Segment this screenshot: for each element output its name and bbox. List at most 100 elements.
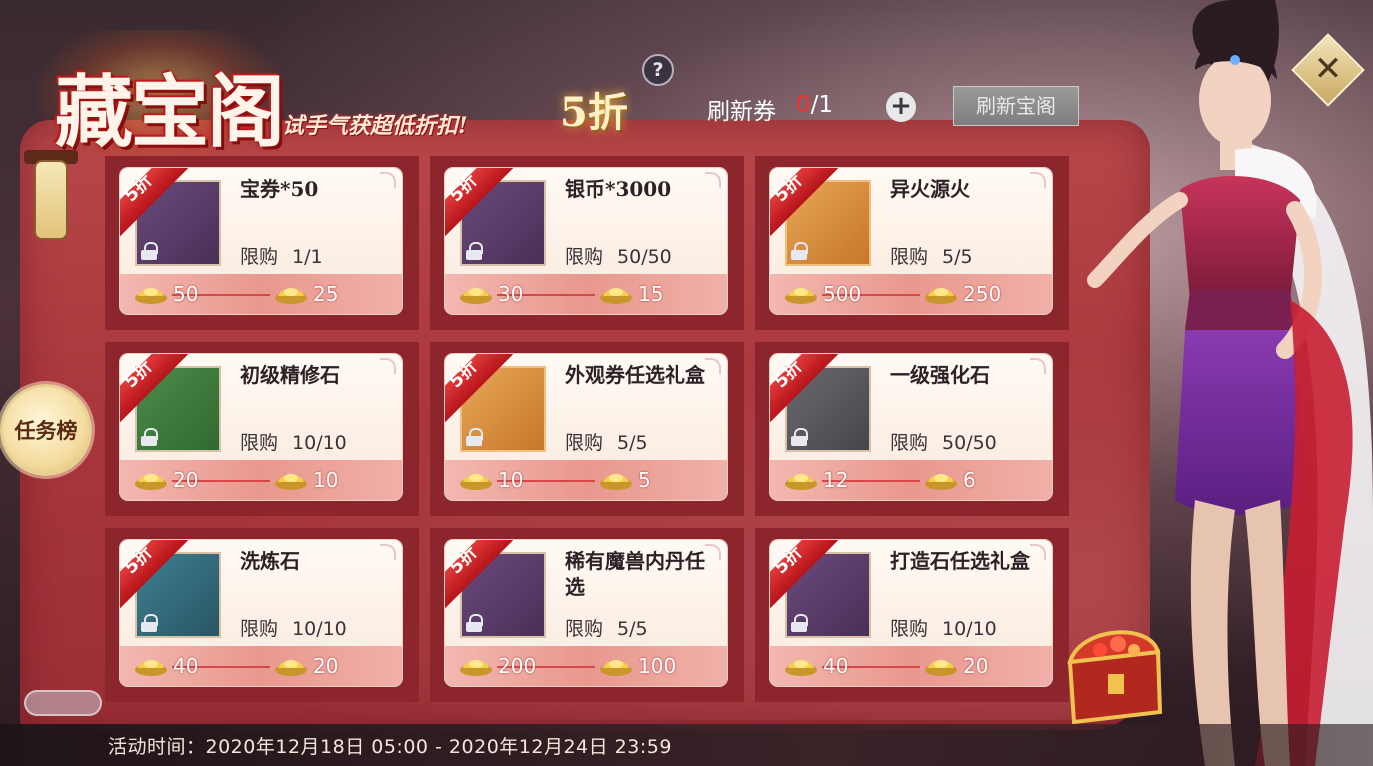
price-bar[interactable]: 10 5 xyxy=(445,460,727,500)
discount-banner: 5折 xyxy=(560,89,628,136)
price-bar[interactable]: 12 6 xyxy=(770,460,1052,500)
gold-ingot-icon xyxy=(784,470,818,490)
purchase-limit: 限购 10/10 xyxy=(890,614,997,641)
item-card[interactable]: 5折 洗炼石 限购 10/10 40 20 xyxy=(120,540,402,686)
lantern-icon xyxy=(34,160,68,240)
sale-price: 10 xyxy=(313,468,339,492)
item-name: 打造石任选礼盒 xyxy=(890,549,1030,573)
sale-price: 6 xyxy=(963,468,976,492)
sale-price: 5 xyxy=(638,468,651,492)
title-area: 藏宝阁 试手气获超低折扣! xyxy=(0,20,560,170)
lock-icon xyxy=(466,614,483,632)
shop-slot: 5折 稀有魔兽内丹任选 限购 5/5 200 100 xyxy=(430,528,744,702)
item-card[interactable]: 5折 外观券任选礼盒 限购 5/5 10 5 xyxy=(445,354,727,500)
shop-slot: 5折 银币*3000 限购 50/50 30 15 xyxy=(430,156,744,330)
limit-value: 10/10 xyxy=(942,618,997,640)
gold-ingot-icon xyxy=(274,470,308,490)
help-button[interactable]: ? xyxy=(642,54,674,86)
scroll-handle[interactable] xyxy=(24,690,102,716)
lock-icon xyxy=(791,614,808,632)
limit-value: 10/10 xyxy=(292,618,347,640)
gold-ingot-icon xyxy=(134,656,168,676)
lock-icon xyxy=(791,242,808,260)
original-price: 30 xyxy=(498,282,524,306)
treasure-chest-icon[interactable] xyxy=(1060,622,1168,726)
price-bar[interactable]: 20 10 xyxy=(120,460,402,500)
item-name: 一级强化石 xyxy=(890,363,990,387)
item-name: 洗炼石 xyxy=(240,549,300,573)
shop-slot: 5折 初级精修石 限购 10/10 20 10 xyxy=(105,342,419,516)
gold-ingot-icon xyxy=(784,656,818,676)
item-name: 宝券*50 xyxy=(240,177,319,201)
purchase-limit: 限购 10/10 xyxy=(240,614,347,641)
purchase-limit: 限购 5/5 xyxy=(565,614,648,641)
item-name: 银币*3000 xyxy=(565,177,672,201)
refresh-current: 0 xyxy=(796,92,811,118)
original-price: 200 xyxy=(498,654,537,678)
add-ticket-button[interactable]: + xyxy=(886,92,916,122)
original-price: 10 xyxy=(498,468,524,492)
item-card[interactable]: 5折 一级强化石 限购 50/50 12 6 xyxy=(770,354,1052,500)
price-bar[interactable]: 200 100 xyxy=(445,646,727,686)
item-card[interactable]: 5折 宝券*50 限购 1/1 50 25 xyxy=(120,168,402,314)
item-card[interactable]: 5折 初级精修石 限购 10/10 20 10 xyxy=(120,354,402,500)
purchase-limit: 限购 10/10 xyxy=(240,428,347,455)
purchase-limit: 限购 50/50 xyxy=(890,428,997,455)
limit-value: 5/5 xyxy=(617,432,648,454)
page-title: 藏宝阁 xyxy=(55,67,285,158)
original-price: 12 xyxy=(823,468,849,492)
gold-ingot-icon xyxy=(134,470,168,490)
shop-slot: 5折 一级强化石 限购 50/50 12 6 xyxy=(755,342,1069,516)
sale-price: 20 xyxy=(313,654,339,678)
refresh-ticket-count: 0/1 xyxy=(796,92,833,118)
price-bar[interactable]: 40 20 xyxy=(770,646,1052,686)
original-price: 40 xyxy=(823,654,849,678)
item-card[interactable]: 5折 稀有魔兽内丹任选 限购 5/5 200 100 xyxy=(445,540,727,686)
purchase-limit: 限购 5/5 xyxy=(890,242,973,269)
event-time-text: 活动时间：2020年12月18日 05:00 - 2020年12月24日 23:… xyxy=(108,736,672,758)
purchase-limit: 限购 50/50 xyxy=(565,242,672,269)
original-price: 50 xyxy=(173,282,199,306)
limit-value: 5/5 xyxy=(617,618,648,640)
price-bar[interactable]: 30 15 xyxy=(445,274,727,314)
refresh-total: /1 xyxy=(810,92,834,118)
limit-label: 限购 xyxy=(565,246,604,268)
refresh-shop-button[interactable]: 刷新宝阁 xyxy=(953,86,1079,126)
price-bar[interactable]: 50 25 xyxy=(120,274,402,314)
shop-slot: 5折 洗炼石 限购 10/10 40 20 xyxy=(105,528,419,702)
item-grid: 5折 宝券*50 限购 1/1 50 25 5折 银币*3000 限购 50/50 xyxy=(105,156,1069,702)
item-card[interactable]: 5折 打造石任选礼盒 限购 10/10 40 20 xyxy=(770,540,1052,686)
page-subtitle: 试手气获超低折扣! xyxy=(282,113,468,139)
gold-ingot-icon xyxy=(599,656,633,676)
limit-label: 限购 xyxy=(890,618,929,640)
limit-label: 限购 xyxy=(890,432,929,454)
item-name: 稀有魔兽内丹任选 xyxy=(565,549,705,599)
gold-ingot-icon xyxy=(274,656,308,676)
lock-icon xyxy=(466,428,483,446)
lock-icon xyxy=(141,614,158,632)
limit-value: 1/1 xyxy=(292,246,323,268)
item-card[interactable]: 5折 异火源火 限购 5/5 500 250 xyxy=(770,168,1052,314)
gold-ingot-icon xyxy=(134,284,168,304)
limit-value: 50/50 xyxy=(617,246,672,268)
lock-icon xyxy=(141,242,158,260)
lock-icon xyxy=(141,428,158,446)
refresh-ticket-label: 刷新券 xyxy=(707,99,776,125)
limit-label: 限购 xyxy=(240,246,279,268)
gold-ingot-icon xyxy=(459,284,493,304)
sale-price: 15 xyxy=(638,282,664,306)
purchase-limit: 限购 1/1 xyxy=(240,242,323,269)
limit-label: 限购 xyxy=(240,618,279,640)
limit-value: 50/50 xyxy=(942,432,997,454)
gold-ingot-icon xyxy=(599,470,633,490)
item-card[interactable]: 5折 银币*3000 限购 50/50 30 15 xyxy=(445,168,727,314)
item-name: 异火源火 xyxy=(890,177,970,201)
shop-slot: 5折 异火源火 限购 5/5 500 250 xyxy=(755,156,1069,330)
price-bar[interactable]: 40 20 xyxy=(120,646,402,686)
sale-price: 250 xyxy=(963,282,1002,306)
limit-label: 限购 xyxy=(240,432,279,454)
price-bar[interactable]: 500 250 xyxy=(770,274,1052,314)
task-board-button[interactable]: 任务榜 xyxy=(0,384,92,476)
item-name: 外观券任选礼盒 xyxy=(565,363,705,387)
original-price: 20 xyxy=(173,468,199,492)
